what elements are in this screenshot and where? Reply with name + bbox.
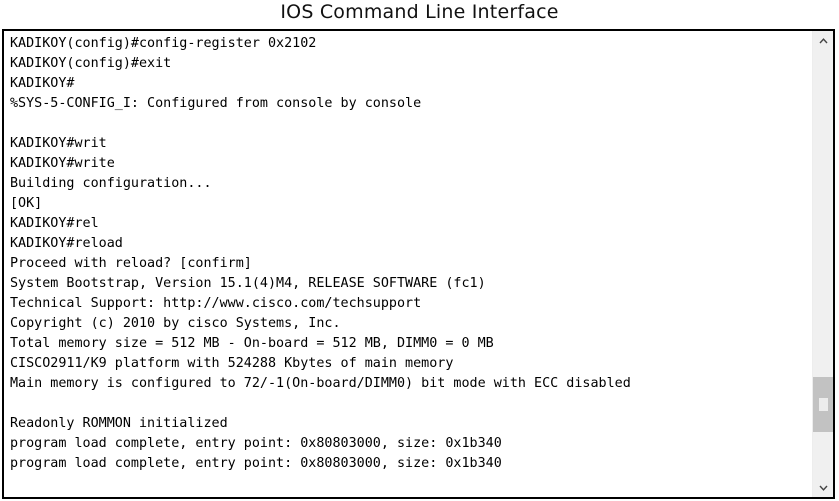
terminal-line: Main memory is configured to 72/-1(On-bo… (10, 376, 631, 391)
terminal-line: Copyright (c) 2010 by cisco Systems, Inc… (10, 316, 341, 331)
terminal-line: KADIKOY#write (10, 156, 115, 171)
terminal-line: Technical Support: http://www.cisco.com/… (10, 296, 422, 311)
terminal-line: CISCO2911/K9 platform with 524288 Kbytes… (10, 356, 454, 371)
page-title: IOS Command Line Interface (280, 1, 559, 23)
terminal-line: KADIKOY(config)#exit (10, 56, 172, 71)
terminal-line: IOS Image Load Test (10, 494, 812, 497)
terminal-line: [OK] (10, 196, 43, 211)
ios-cli-page: IOS Command Line Interface KADIKOY(confi… (0, 0, 839, 501)
scrollbar-thumb[interactable] (813, 377, 833, 432)
terminal-line: program load complete, entry point: 0x80… (10, 436, 502, 451)
terminal-output[interactable]: KADIKOY(config)#config-register 0x2102 KA… (4, 31, 812, 497)
terminal-line: KADIKOY#rel (10, 216, 99, 231)
terminal-line: Building configuration... (10, 176, 212, 191)
chevron-down-icon (819, 483, 828, 492)
terminal-line: Readonly ROMMON initialized (10, 416, 228, 431)
terminal-line: KADIKOY#reload (10, 236, 123, 251)
terminal-line: KADIKOY#writ (10, 136, 107, 151)
terminal-line: Total memory size = 512 MB - On-board = … (10, 336, 494, 351)
terminal-line: System Bootstrap, Version 15.1(4)M4, REL… (10, 276, 486, 291)
terminal-line: %SYS-5-CONFIG_I: Configured from console… (10, 96, 422, 111)
scrollbar-track[interactable] (813, 51, 833, 477)
vertical-scrollbar[interactable] (812, 31, 833, 497)
terminal-line: KADIKOY(config)#config-register 0x2102 (10, 36, 317, 51)
terminal-window: KADIKOY(config)#config-register 0x2102 KA… (2, 29, 835, 499)
terminal-line: KADIKOY# (10, 76, 75, 91)
chevron-up-icon (819, 37, 828, 46)
terminal-line: Proceed with reload? [confirm] (10, 256, 252, 271)
scroll-down-button[interactable] (813, 477, 833, 497)
scroll-up-button[interactable] (813, 31, 833, 51)
terminal-line: program load complete, entry point: 0x80… (10, 456, 502, 471)
